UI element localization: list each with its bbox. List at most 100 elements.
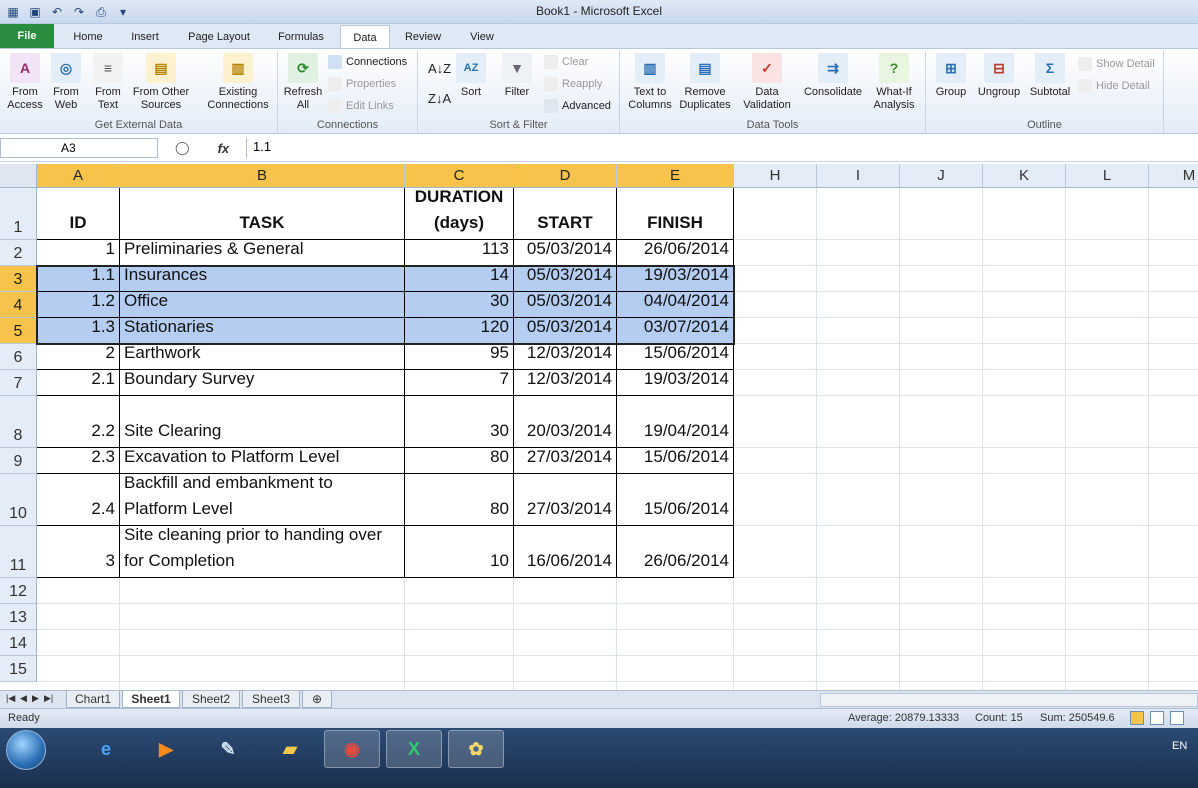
row-header-4[interactable]: 4 xyxy=(0,292,37,318)
column-header-h[interactable]: H xyxy=(734,164,817,188)
prev-sheet-icon[interactable]: ◀ xyxy=(20,693,27,704)
cell-id[interactable]: 2.4 xyxy=(37,474,120,526)
advanced-button[interactable]: Advanced xyxy=(544,99,611,113)
cell-header-task[interactable]: TASK xyxy=(120,188,405,240)
from-text-button[interactable]: ≡ From Text xyxy=(88,53,128,112)
cell-start[interactable]: 27/03/2014 xyxy=(514,447,617,474)
paint-brush-icon[interactable]: ✎ xyxy=(200,730,256,768)
sheet-tab-sheet1[interactable]: Sheet1 xyxy=(122,691,180,708)
existing-connections-button[interactable]: ▥ Existing Connections xyxy=(202,53,274,112)
cell-id[interactable]: 2.1 xyxy=(37,369,120,396)
from-access-button[interactable]: A From Access xyxy=(4,53,46,112)
row-header-15[interactable]: 15 xyxy=(0,656,37,682)
excel-icon[interactable]: X xyxy=(386,730,442,768)
what-if-analysis-button[interactable]: ? What-If Analysis xyxy=(866,53,922,112)
folder-icon[interactable]: ▰ xyxy=(262,730,318,768)
row-header-2[interactable]: 2 xyxy=(0,240,37,266)
first-sheet-icon[interactable]: |◀ xyxy=(6,693,15,704)
sort-z-a-button[interactable]: Z↓A xyxy=(428,91,451,106)
formula-input[interactable]: 1.1 xyxy=(246,138,1196,158)
sheet-tab-sheet2[interactable]: Sheet2 xyxy=(182,691,240,708)
row-header-9[interactable]: 9 xyxy=(0,448,37,474)
edit-links-button[interactable]: Edit Links xyxy=(328,99,394,113)
group-button[interactable]: ⊞ Group xyxy=(932,53,970,99)
start-button[interactable] xyxy=(6,730,46,770)
cell-duration[interactable]: 80 xyxy=(405,474,514,526)
cell-start[interactable]: 27/03/2014 xyxy=(514,474,617,526)
cell-duration[interactable]: 30 xyxy=(405,396,514,448)
cell-start[interactable]: 12/03/2014 xyxy=(514,369,617,396)
name-box[interactable]: A3 xyxy=(0,138,158,158)
select-all-corner[interactable] xyxy=(0,164,37,188)
filter-button[interactable]: ▼ Filter xyxy=(500,53,534,99)
cell-id[interactable]: 2.2 xyxy=(37,396,120,448)
fx-icon[interactable]: fx xyxy=(218,141,230,156)
column-header-l[interactable]: L xyxy=(1066,164,1149,188)
hide-detail-button[interactable]: Hide Detail xyxy=(1078,79,1150,93)
cell-finish[interactable]: 26/06/2014 xyxy=(617,526,734,578)
insert-sheet-icon[interactable]: ⊕ xyxy=(302,691,332,708)
properties-button[interactable]: Properties xyxy=(328,77,396,91)
cell-header-duration[interactable]: DURATION (days) xyxy=(405,187,514,240)
refresh-all-button[interactable]: ⟳ Refresh All xyxy=(282,53,324,112)
column-header-b[interactable]: B xyxy=(120,164,405,188)
connections-button[interactable]: Connections xyxy=(328,55,407,69)
spreadsheet-grid[interactable]: ABCDEHIJKLM 1 2 3 4 5 6 7 8 9 10 11 12 13 14 15 ID TASK… xyxy=(0,164,1198,690)
sheet-tab-sheet3[interactable]: Sheet3 xyxy=(242,691,300,708)
remove-duplicates-button[interactable]: ▤ Remove Duplicates xyxy=(676,53,734,112)
cell-finish[interactable]: 19/04/2014 xyxy=(617,396,734,448)
cell-duration[interactable]: 95 xyxy=(405,343,514,370)
from-web-button[interactable]: ◎ From Web xyxy=(48,53,84,112)
row-header-13[interactable]: 13 xyxy=(0,604,37,630)
horizontal-scrollbar[interactable] xyxy=(820,693,1198,707)
text-to-columns-button[interactable]: ▥ Text to Columns xyxy=(626,53,674,112)
row-header-7[interactable]: 7 xyxy=(0,370,37,396)
consolidate-button[interactable]: ⇉ Consolidate xyxy=(800,53,866,99)
page-break-icon[interactable] xyxy=(1170,711,1184,725)
cell-duration[interactable]: 7 xyxy=(405,369,514,396)
tab-file[interactable]: File xyxy=(0,24,54,48)
row-header-3[interactable]: 3 xyxy=(0,266,37,292)
tab-formulas[interactable]: Formulas xyxy=(268,25,334,48)
cell-task[interactable]: Boundary Survey xyxy=(120,369,405,396)
column-header-a[interactable]: A xyxy=(37,164,120,188)
cell-header-finish[interactable]: FINISH xyxy=(617,188,734,240)
paint-icon[interactable]: ✿ xyxy=(448,730,504,768)
language-indicator[interactable]: EN xyxy=(1172,740,1187,752)
tab-home[interactable]: Home xyxy=(62,25,114,48)
column-header-k[interactable]: K xyxy=(983,164,1066,188)
media-player-icon[interactable]: ▶ xyxy=(138,730,194,768)
row-header-1[interactable]: 1 xyxy=(0,188,37,240)
chrome-icon[interactable]: ◉ xyxy=(324,730,380,768)
row-header-12[interactable]: 12 xyxy=(0,578,37,604)
normal-view-icon[interactable] xyxy=(1130,711,1144,725)
tab-view[interactable]: View xyxy=(458,25,506,48)
cell-header-start[interactable]: START xyxy=(514,188,617,240)
column-header-j[interactable]: J xyxy=(900,164,983,188)
cell-start[interactable]: 16/06/2014 xyxy=(514,526,617,578)
row-header-8[interactable]: 8 xyxy=(0,396,37,448)
cell-duration[interactable]: 80 xyxy=(405,447,514,474)
cell-task[interactable]: Site Clearing xyxy=(120,396,405,448)
row-header-6[interactable]: 6 xyxy=(0,344,37,370)
cell-id[interactable]: 3 xyxy=(37,526,120,578)
row-header-11[interactable]: 11 xyxy=(0,526,37,578)
cell-finish[interactable]: 15/06/2014 xyxy=(617,474,734,526)
column-header-e[interactable]: E xyxy=(617,164,734,188)
column-header-i[interactable]: I xyxy=(817,164,900,188)
ungroup-button[interactable]: ⊟ Ungroup xyxy=(972,53,1026,99)
row-header-14[interactable]: 14 xyxy=(0,630,37,656)
column-header-m[interactable]: M xyxy=(1149,164,1198,188)
subtotal-button[interactable]: Σ Subtotal xyxy=(1026,53,1074,99)
cell-finish[interactable]: 19/03/2014 xyxy=(617,369,734,396)
cell-duration[interactable]: 10 xyxy=(405,526,514,578)
next-sheet-icon[interactable]: ▶ xyxy=(32,693,39,704)
sheet-tab-chart1[interactable]: Chart1 xyxy=(66,691,120,708)
row-header-5[interactable]: 5 xyxy=(0,318,37,344)
last-sheet-icon[interactable]: ▶| xyxy=(44,693,53,704)
from-other-sources-button[interactable]: ▤ From Other Sources xyxy=(130,53,192,112)
show-detail-button[interactable]: Show Detail xyxy=(1078,57,1155,71)
sort-button[interactable]: AZ Sort xyxy=(454,53,488,99)
cell-task[interactable]: Backfill and embankment to Platform Leve… xyxy=(120,473,405,526)
cell-finish[interactable]: 15/06/2014 xyxy=(617,447,734,474)
